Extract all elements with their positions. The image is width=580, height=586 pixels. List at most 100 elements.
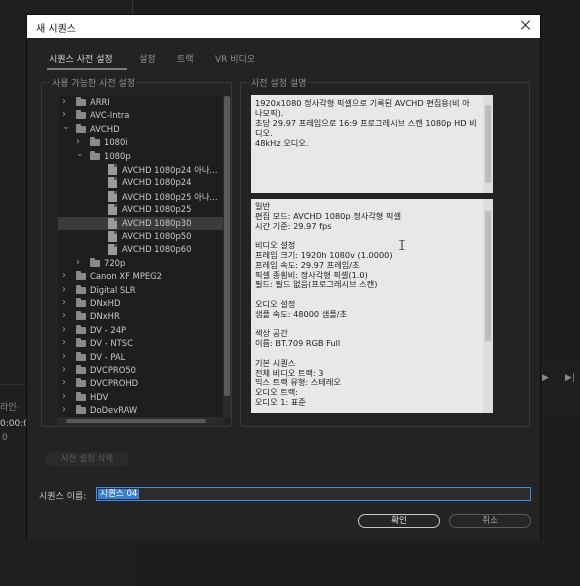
dialog-title: 새 시퀀스 [36,24,76,35]
tree-folder[interactable]: › DNxHD [58,297,223,310]
tree-item-label: DNxHR [90,311,120,322]
sequence-name-label: 시퀀스 이름: [39,492,87,502]
tree-folder[interactable]: › DoDevRAW [58,404,223,417]
chevron-right-icon[interactable]: › [62,404,70,417]
close-icon[interactable] [519,18,533,32]
details-line: 필드: 필드 없음(프로그레시브 스캔) [255,279,378,290]
tab-settings[interactable]: 설정 [139,52,156,65]
folder-icon [90,257,100,267]
preset-file-icon [108,164,117,175]
tree-preset[interactable]: AVCHD 1080p50 [58,230,223,243]
delete-preset-button[interactable]: 사전 설정 삭제 [45,452,129,466]
folder-icon [90,150,100,160]
tree-item-label: DVCPROHD [90,378,139,389]
chevron-right-icon[interactable]: › [62,377,70,390]
background-text: 0 [2,433,8,443]
sequence-name-value: 시퀀스 04 [98,489,140,499]
tree-folder[interactable]: › ARRI [58,96,223,109]
chevron-right-icon[interactable]: › [62,391,70,404]
details-line: 오디오 1: 표준 [255,396,306,407]
text-cursor-icon [399,240,405,250]
tree-folder[interactable]: ⌄ AVCHD [58,122,223,136]
tree-folder[interactable]: › 1080i [58,136,223,149]
details-line: 샘플 속도: 48000 샘플/초 [255,308,348,319]
folder-icon [76,97,86,106]
tree-preset[interactable]: AVCHD 1080p24 아나... [58,163,223,176]
dialog-titlebar: 새 시퀀스 [27,15,540,38]
chevron-right-icon[interactable]: › [62,297,70,310]
tree-folder[interactable]: › AVC-Intra [58,109,223,122]
tree-preset[interactable]: AVCHD 1080p60 [58,243,223,256]
tree-preset[interactable]: AVCHD 1080p25 아나... [58,190,223,203]
details-scrollbar[interactable] [483,199,493,413]
dialog-body: 시퀀스 사전 설정 설정 트랙 VR 비디오 사용 가능한 사전 설정 › ARR… [27,38,540,541]
preset-file-icon [108,204,117,216]
details-line: 시간 기준: 29.97 fps [255,220,332,231]
chevron-right-icon[interactable]: › [76,136,84,149]
summary-line: 48kHz 오디오. [255,138,309,148]
tree-item-label: AVCHD 1080p24 [122,177,192,188]
tree-hscroll-thumb[interactable] [66,419,206,423]
background-timecode: 0:00:0 [0,419,29,429]
tree-folder[interactable]: ⌄ 1080p [58,149,223,163]
folder-icon [76,324,86,334]
tab-sequence-presets[interactable]: 시퀀스 사전 설정 [49,52,113,65]
tree-folder[interactable]: › 720p [58,257,223,270]
tree-vertical-scrollbar[interactable] [223,96,231,417]
tree-preset[interactable]: AVCHD 1080p25 [58,203,223,216]
tree-item-label: AVCHD 1080p30 [122,217,192,228]
tree-folder[interactable]: › Digital SLR [58,284,223,297]
tree-item-label: HDV [90,391,109,402]
preset-description-label: 사전 설정 설명 [249,76,309,89]
tree-folder[interactable]: › DNxHR [58,310,223,323]
folder-icon [76,378,86,388]
folder-icon [76,298,86,307]
new-sequence-dialog: 새 시퀀스 시퀀스 사전 설정 설정 트랙 VR 비디오 사용 가능한 사전 설… [26,14,541,541]
tree-horizontal-scrollbar[interactable] [58,417,223,425]
tree-item-label: Digital SLR [90,284,136,295]
tree-preset[interactable]: AVCHD 1080p30 [58,216,223,230]
tree-folder[interactable]: › HDV [58,391,223,404]
background-panel-right [541,360,580,420]
tree-folder[interactable]: › DV - 24P [58,324,223,337]
folder-icon [76,405,86,415]
chevron-right-icon[interactable]: › [62,337,70,350]
chevron-right-icon[interactable]: › [76,257,84,270]
tab-tracks[interactable]: 트랙 [177,52,194,65]
folder-icon [76,123,86,133]
chevron-right-icon[interactable]: › [62,109,70,122]
preset-file-icon [108,244,117,256]
cancel-button[interactable]: 취소 [449,514,531,528]
chevron-right-icon[interactable]: › [62,324,70,337]
tree-preset[interactable]: AVCHD 1080p24 [58,176,223,189]
chevron-down-icon[interactable]: ⌄ [62,122,70,136]
tree-folder[interactable]: › DV - PAL [58,351,223,364]
tree-item-label: DV - NTSC [90,338,133,349]
chevron-right-icon[interactable]: › [62,310,70,323]
tree-folder[interactable]: › DV - NTSC [58,337,223,350]
tree-item-label: DVCPRO50 [90,365,136,375]
tab-vr-video[interactable]: VR 비디오 [215,52,255,65]
ok-button[interactable]: 확인 [358,514,440,528]
tree-item-label: DoDevRAW [90,405,138,416]
tree-folder[interactable]: › DVCPROHD [58,377,223,390]
tree-folder[interactable]: › DVCPRO50 [58,364,223,377]
folder-icon [76,271,86,281]
available-presets-group: 사용 가능한 사전 설정 › ARRI › AVC-Intra ⌄ AVCHD › 1080i… [41,76,232,427]
summary-scrollbar[interactable] [483,95,493,193]
chevron-right-icon[interactable]: › [62,96,70,109]
chevron-right-icon[interactable]: › [62,284,70,297]
chevron-right-icon[interactable]: › [62,270,70,283]
folder-icon [76,338,86,348]
chevron-right-icon[interactable]: › [62,364,70,377]
tree-item-label: AVCHD 1080p50 [122,231,192,241]
sequence-name-input[interactable]: 시퀀스 04 [96,487,531,501]
chevron-down-icon[interactable]: ⌄ [76,149,84,163]
tree-item-label: AVCHD 1080p25 아나... [122,191,218,202]
tree-scroll-thumb[interactable] [224,96,230,396]
preset-file-icon [108,217,117,229]
tree-item-label: AVCHD 1080p24 아나... [122,165,218,175]
tree-folder[interactable]: › Canon XF MPEG2 [58,270,223,283]
chevron-right-icon[interactable]: › [62,351,70,364]
folder-icon [76,284,86,294]
